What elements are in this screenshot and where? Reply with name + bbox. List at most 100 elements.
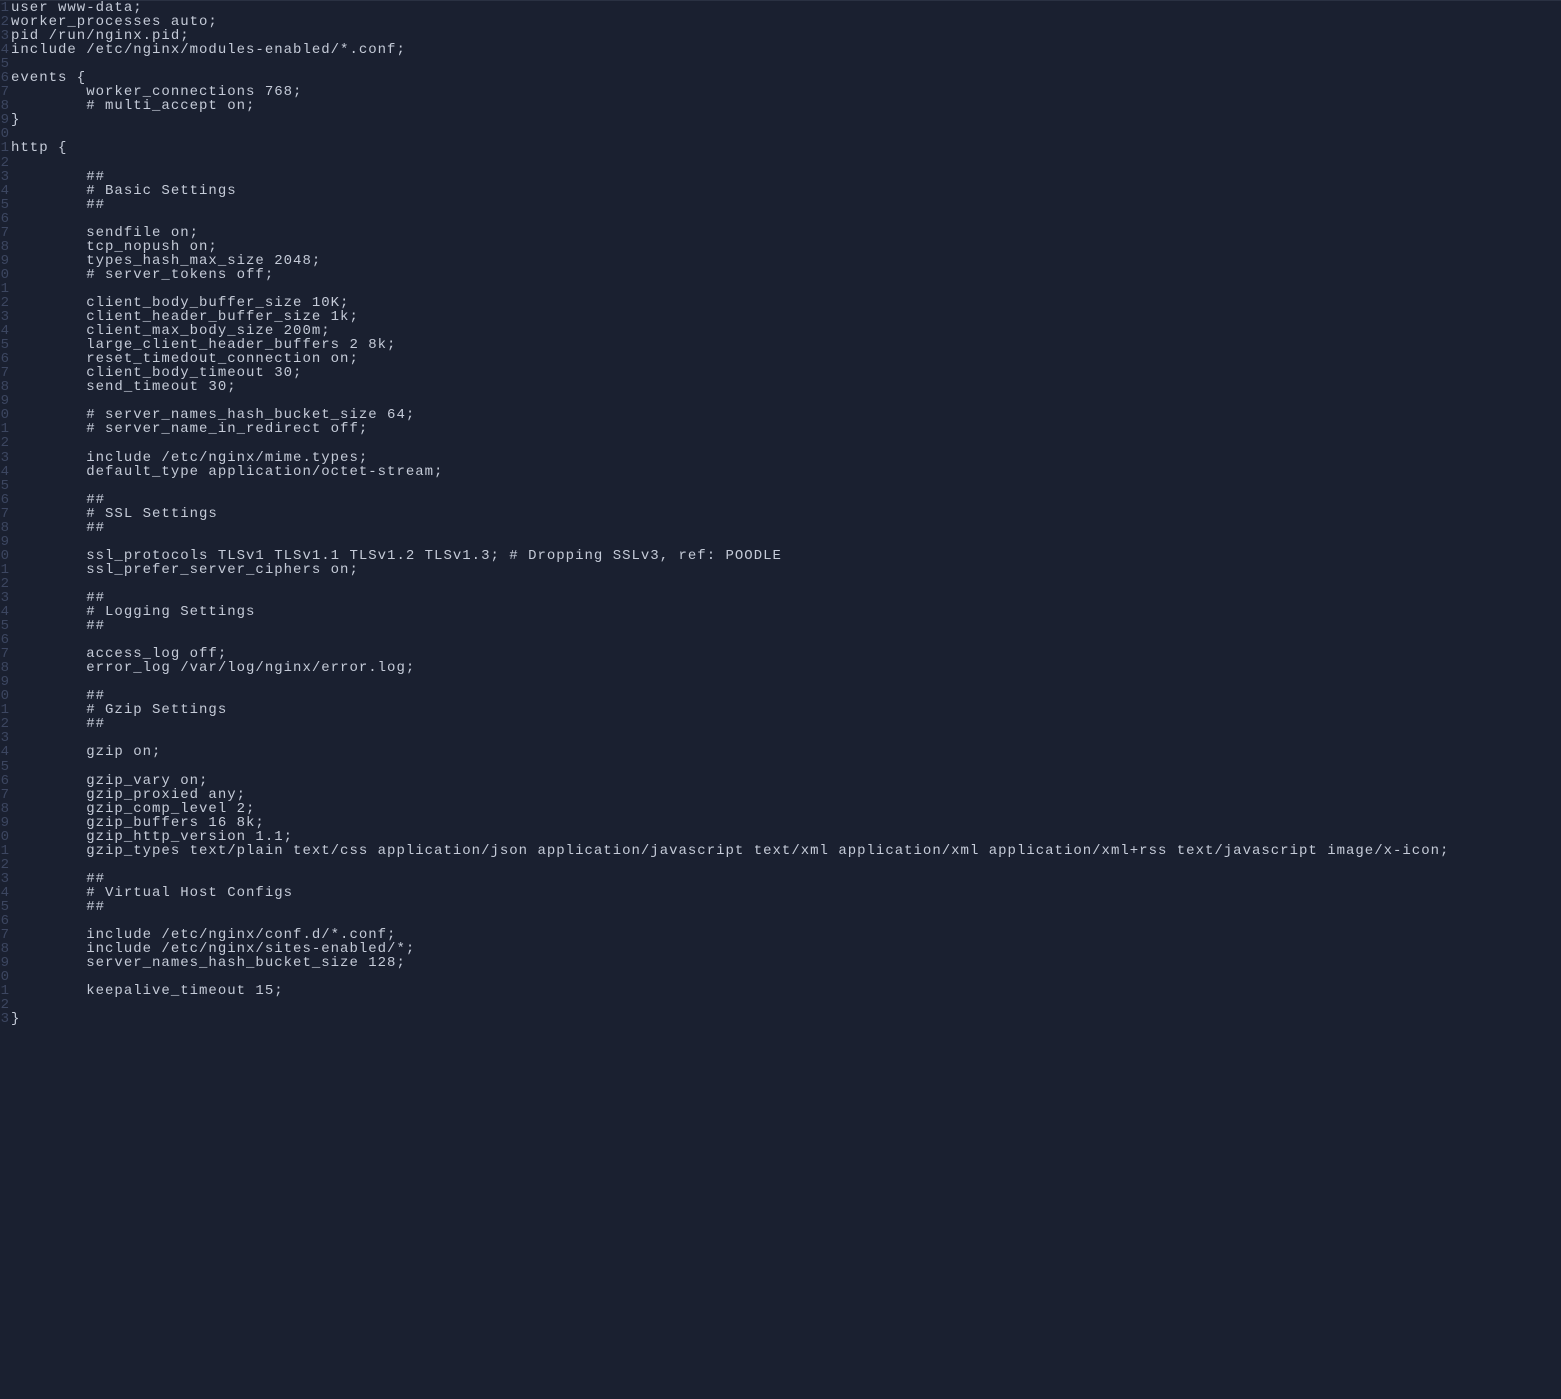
code-line[interactable]: 4 # Virtual Host Configs	[0, 886, 1561, 900]
code-line[interactable]: 0 gzip_http_version 1.1;	[0, 830, 1561, 844]
code-text[interactable]: ##	[10, 170, 105, 184]
code-text[interactable]: ##	[10, 900, 105, 914]
code-line[interactable]: 3 ##	[0, 591, 1561, 605]
code-text[interactable]: error_log /var/log/nginx/error.log;	[10, 661, 415, 675]
code-text[interactable]: gzip_proxied any;	[10, 788, 246, 802]
code-line[interactable]: 5 large_client_header_buffers 2 8k;	[0, 338, 1561, 352]
code-line[interactable]: 5 ##	[0, 900, 1561, 914]
code-line[interactable]: 7 gzip_proxied any;	[0, 788, 1561, 802]
code-text[interactable]: client_body_timeout 30;	[10, 366, 302, 380]
code-text[interactable]: # multi_accept on;	[10, 99, 255, 113]
code-text[interactable]: include /etc/nginx/mime.types;	[10, 451, 368, 465]
code-text[interactable]: gzip_vary on;	[10, 774, 208, 788]
code-line[interactable]: 9 server_names_hash_bucket_size 128;	[0, 956, 1561, 970]
code-text[interactable]: worker_connections 768;	[10, 85, 302, 99]
code-line[interactable]: 5	[0, 760, 1561, 774]
code-line[interactable]: 7 sendfile on;	[0, 226, 1561, 240]
code-text[interactable]: # SSL Settings	[10, 507, 218, 521]
code-line[interactable]: 4 default_type application/octet-stream;	[0, 465, 1561, 479]
code-line[interactable]: 0 ##	[0, 689, 1561, 703]
code-line[interactable]: 2	[0, 436, 1561, 450]
code-text[interactable]: client_max_body_size 200m;	[10, 324, 331, 338]
code-text[interactable]: ##	[10, 521, 105, 535]
code-text[interactable]: server_names_hash_bucket_size 128;	[10, 956, 406, 970]
code-line[interactable]: 5	[0, 479, 1561, 493]
code-line[interactable]: 3	[0, 731, 1561, 745]
code-line[interactable]: 7 include /etc/nginx/conf.d/*.conf;	[0, 928, 1561, 942]
code-line[interactable]: 1http {	[0, 141, 1561, 155]
code-text[interactable]: ##	[10, 493, 105, 507]
code-text[interactable]: ##	[10, 689, 105, 703]
code-text[interactable]: user www-data;	[10, 1, 143, 15]
code-line[interactable]: 9	[0, 394, 1561, 408]
code-text[interactable]: }	[10, 1012, 20, 1026]
code-text[interactable]: ssl_prefer_server_ciphers on;	[10, 563, 359, 577]
code-editor[interactable]: 1user www-data;2worker_processes auto;3p…	[0, 0, 1561, 1399]
code-line[interactable]: 4 # Logging Settings	[0, 605, 1561, 619]
code-text[interactable]: events {	[10, 71, 86, 85]
code-text[interactable]: ##	[10, 198, 105, 212]
code-text[interactable]: gzip_http_version 1.1;	[10, 830, 293, 844]
code-text[interactable]: send_timeout 30;	[10, 380, 237, 394]
code-line[interactable]: 1 # Gzip Settings	[0, 703, 1561, 717]
code-line[interactable]: 5	[0, 57, 1561, 71]
code-line[interactable]: 8 ##	[0, 521, 1561, 535]
code-line[interactable]: 7 # SSL Settings	[0, 507, 1561, 521]
code-text[interactable]: include /etc/nginx/sites-enabled/*;	[10, 942, 415, 956]
code-text[interactable]: # server_name_in_redirect off;	[10, 422, 368, 436]
code-line[interactable]: 9	[0, 675, 1561, 689]
code-line[interactable]: 2	[0, 858, 1561, 872]
code-line[interactable]: 1	[0, 282, 1561, 296]
code-text[interactable]: include /etc/nginx/modules-enabled/*.con…	[10, 43, 406, 57]
code-line[interactable]: 1 keepalive_timeout 15;	[0, 984, 1561, 998]
code-text[interactable]: keepalive_timeout 15;	[10, 984, 284, 998]
code-text[interactable]: }	[10, 113, 20, 127]
code-line[interactable]: 3}	[0, 1012, 1561, 1026]
code-text[interactable]: gzip_buffers 16 8k;	[10, 816, 265, 830]
code-text[interactable]: # Logging Settings	[10, 605, 255, 619]
code-line[interactable]: 3 ##	[0, 170, 1561, 184]
code-line[interactable]: 6events {	[0, 71, 1561, 85]
code-text[interactable]: client_header_buffer_size 1k;	[10, 310, 359, 324]
code-line[interactable]: 0	[0, 970, 1561, 984]
code-line[interactable]: 1 gzip_types text/plain text/css applica…	[0, 844, 1561, 858]
code-text[interactable]: worker_processes auto;	[10, 15, 218, 29]
code-text[interactable]: # Basic Settings	[10, 184, 237, 198]
code-text[interactable]: include /etc/nginx/conf.d/*.conf;	[10, 928, 396, 942]
code-line[interactable]: 6 gzip_vary on;	[0, 774, 1561, 788]
code-text[interactable]: ##	[10, 591, 105, 605]
code-line[interactable]: 4include /etc/nginx/modules-enabled/*.co…	[0, 43, 1561, 57]
code-line[interactable]: 8 include /etc/nginx/sites-enabled/*;	[0, 942, 1561, 956]
code-line[interactable]: 5 ##	[0, 619, 1561, 633]
code-text[interactable]: # Virtual Host Configs	[10, 886, 293, 900]
code-line[interactable]: 0 ssl_protocols TLSv1 TLSv1.1 TLSv1.2 TL…	[0, 549, 1561, 563]
code-line[interactable]: 4 # Basic Settings	[0, 184, 1561, 198]
code-line[interactable]: 4 client_max_body_size 200m;	[0, 324, 1561, 338]
code-line[interactable]: 7 worker_connections 768;	[0, 85, 1561, 99]
code-text[interactable]: large_client_header_buffers 2 8k;	[10, 338, 396, 352]
code-line[interactable]: 8 send_timeout 30;	[0, 380, 1561, 394]
code-text[interactable]: gzip_types text/plain text/css applicati…	[10, 844, 1449, 858]
code-line[interactable]: 2	[0, 998, 1561, 1012]
code-text[interactable]: http {	[10, 141, 67, 155]
code-line[interactable]: 8 gzip_comp_level 2;	[0, 802, 1561, 816]
code-line[interactable]: 9 types_hash_max_size 2048;	[0, 254, 1561, 268]
code-text[interactable]: ##	[10, 717, 105, 731]
code-text[interactable]: types_hash_max_size 2048;	[10, 254, 321, 268]
code-line[interactable]: 1 ssl_prefer_server_ciphers on;	[0, 563, 1561, 577]
code-line[interactable]: 7 client_body_timeout 30;	[0, 366, 1561, 380]
code-text[interactable]: ssl_protocols TLSv1 TLSv1.1 TLSv1.2 TLSv…	[10, 549, 782, 563]
code-text[interactable]: default_type application/octet-stream;	[10, 465, 443, 479]
code-line[interactable]: 0	[0, 127, 1561, 141]
code-line[interactable]: 6	[0, 212, 1561, 226]
code-text[interactable]: access_log off;	[10, 647, 227, 661]
code-line[interactable]: 0 # server_tokens off;	[0, 268, 1561, 282]
code-line[interactable]: 8 # multi_accept on;	[0, 99, 1561, 113]
code-text[interactable]: reset_timedout_connection on;	[10, 352, 359, 366]
code-text[interactable]: ##	[10, 619, 105, 633]
code-text[interactable]: # server_names_hash_bucket_size 64;	[10, 408, 415, 422]
code-line[interactable]: 6	[0, 914, 1561, 928]
code-text[interactable]: ##	[10, 872, 105, 886]
code-line[interactable]: 3 ##	[0, 872, 1561, 886]
code-line[interactable]: 4 gzip on;	[0, 745, 1561, 759]
